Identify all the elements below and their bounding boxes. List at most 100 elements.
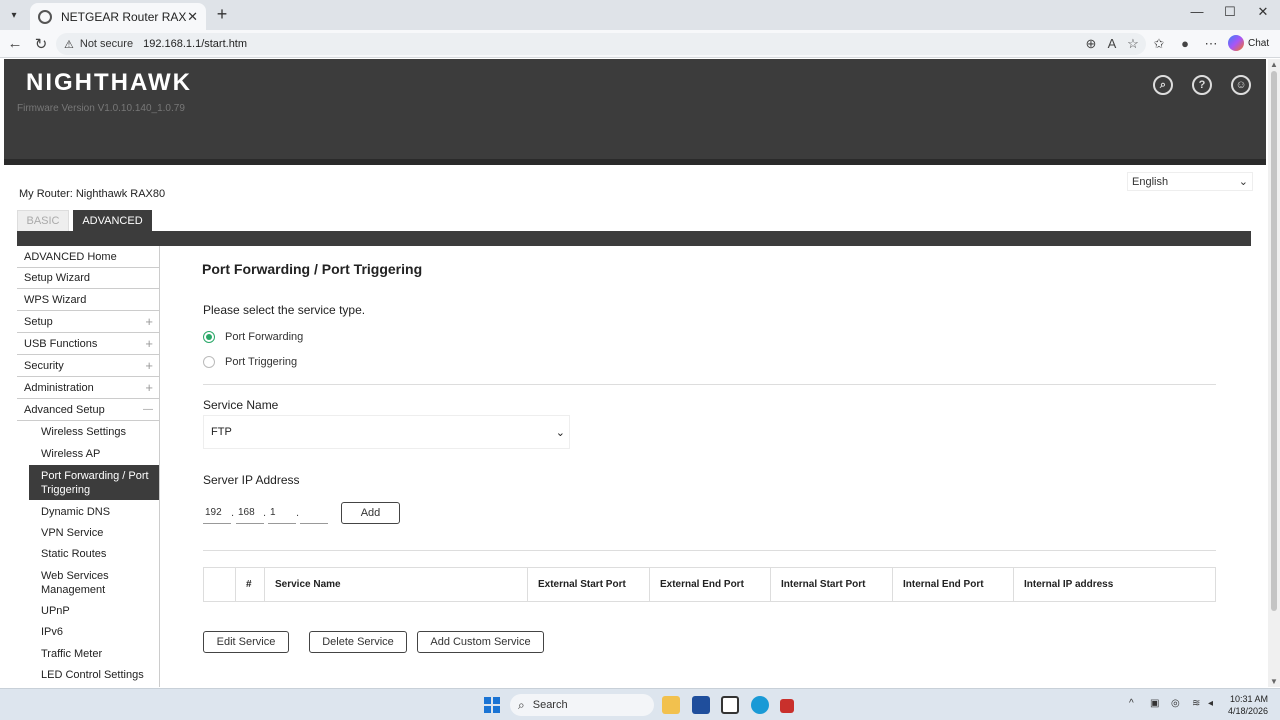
show-hidden-icons-icon[interactable]: ^: [1129, 698, 1134, 709]
service-name-select[interactable]: FTP ⌄: [203, 415, 570, 449]
service-name-value: FTP: [211, 426, 232, 438]
sidebar-subitem-traffic-meter[interactable]: Traffic Meter: [29, 643, 159, 665]
search-label: Search: [532, 699, 568, 711]
expand-icon[interactable]: +: [145, 380, 153, 395]
ip-octet-3[interactable]: 1: [268, 502, 296, 524]
edit-service-button[interactable]: Edit Service: [203, 631, 289, 653]
copilot-chat-button[interactable]: Chat: [1228, 35, 1269, 51]
radio-label: Port Forwarding: [225, 331, 304, 343]
translate-icon[interactable]: ⊕: [1082, 36, 1100, 52]
table-header-int-ip: Internal IP address: [1024, 579, 1114, 590]
sidebar-item-usb-functions[interactable]: USB Functions +: [17, 333, 159, 355]
ip-dot: .: [231, 507, 235, 519]
clock-date: 4/18/2026: [1227, 706, 1268, 716]
warning-icon[interactable]: ⚠: [64, 38, 74, 51]
help-icon[interactable]: ?: [1192, 75, 1212, 95]
add-ip-button[interactable]: Add: [341, 502, 400, 524]
sidebar-item-advanced-home[interactable]: ADVANCED Home: [17, 246, 159, 268]
sidebar-subitem-static-routes[interactable]: Static Routes: [29, 543, 159, 565]
tab-advanced[interactable]: ADVANCED: [73, 210, 152, 231]
search-icon[interactable]: ⌕: [1153, 75, 1173, 95]
sidebar-subitem-upnp[interactable]: UPnP: [29, 600, 159, 622]
language-select[interactable]: English ⌄: [1127, 172, 1253, 191]
sidebar-subitem-port-forwarding[interactable]: Port Forwarding / Port Triggering: [29, 465, 159, 500]
favorites-icon[interactable]: ✩: [1150, 36, 1168, 52]
scroll-up-icon[interactable]: ▲: [1270, 60, 1278, 69]
sidebar-subitem-wireless-settings[interactable]: Wireless Settings: [29, 421, 159, 443]
table-header-ext-end: External End Port: [650, 568, 771, 601]
tray-app-icon[interactable]: ▣: [1150, 698, 1159, 709]
sidebar-item-wps-wizard[interactable]: WPS Wizard: [17, 289, 159, 311]
security-status[interactable]: Not secure: [80, 38, 133, 50]
tab-basic[interactable]: BASIC: [17, 210, 69, 231]
sidebar-item-security[interactable]: Security +: [17, 355, 159, 377]
service-name-label: Service Name: [203, 398, 279, 412]
sidebar-subitem-wireless-ap[interactable]: Wireless AP: [29, 443, 159, 464]
sidebar-subitem-ipv6[interactable]: IPv6: [29, 621, 159, 643]
scroll-down-icon[interactable]: ▼: [1270, 677, 1278, 686]
back-icon[interactable]: ←: [6, 35, 24, 52]
expand-icon[interactable]: +: [145, 358, 153, 373]
url-text[interactable]: 192.168.1.1/start.htm: [143, 38, 247, 50]
taskbar-search[interactable]: ⌕ Search: [510, 694, 654, 716]
netgear-favicon-icon: [38, 9, 52, 24]
tab-title: NETGEAR Router RAX80: [61, 9, 188, 24]
service-table-header: # Service Name External Start Port Exter…: [203, 567, 1216, 602]
expand-icon[interactable]: +: [145, 336, 153, 351]
page-viewport: NIGHTHAWK Firmware Version V1.0.10.140_1…: [0, 59, 1280, 687]
edge-browser-icon[interactable]: [751, 696, 769, 714]
vertical-scrollbar[interactable]: ▲ ▼: [1268, 59, 1280, 687]
read-aloud-icon[interactable]: A: [1103, 36, 1121, 51]
radio-port-triggering[interactable]: Port Triggering: [203, 356, 297, 368]
window-close-button[interactable]: ✕: [1248, 4, 1278, 20]
tab-close-icon[interactable]: ✕: [187, 9, 198, 25]
refresh-icon[interactable]: ↻: [32, 35, 50, 53]
browser-tab[interactable]: NETGEAR Router RAX80 ✕: [30, 3, 206, 30]
ip-octet-4[interactable]: [300, 502, 328, 524]
tab-actions-menu[interactable]: ▾: [4, 6, 24, 24]
volume-icon[interactable]: ◂: [1208, 698, 1213, 709]
server-ip-label: Server IP Address: [203, 473, 300, 487]
windows-start-icon[interactable]: [484, 697, 500, 713]
collapse-icon[interactable]: —: [143, 404, 153, 415]
firmware-version: Firmware Version V1.0.10.140_1.0.79: [17, 103, 185, 114]
radio-selected-icon[interactable]: [203, 331, 215, 343]
sidebar-subitem-web-services[interactable]: Web Services Management: [29, 565, 159, 600]
new-tab-button[interactable]: +: [212, 5, 232, 25]
expand-icon[interactable]: +: [145, 314, 153, 329]
router-name: Nighthawk RAX80: [75, 188, 166, 200]
profile-icon[interactable]: ●: [1176, 36, 1194, 51]
more-options-icon[interactable]: ⋯: [1202, 36, 1220, 52]
snipping-tool-icon[interactable]: [780, 699, 794, 713]
scrollbar-thumb[interactable]: [1271, 71, 1277, 611]
user-account-icon[interactable]: ☺: [1231, 75, 1251, 95]
clock-time: 10:31 AM: [1229, 694, 1268, 704]
sidebar-item-label: USB Functions: [24, 337, 98, 350]
delete-service-button[interactable]: Delete Service: [309, 631, 407, 653]
sidebar-item-setup-wizard[interactable]: Setup Wizard: [17, 268, 159, 289]
url-field[interactable]: ⚠ Not secure 192.168.1.1/start.htm: [56, 33, 1146, 55]
app-icon[interactable]: [721, 696, 739, 714]
sidebar-item-setup[interactable]: Setup +: [17, 311, 159, 333]
sidebar-item-administration[interactable]: Administration +: [17, 377, 159, 399]
store-icon[interactable]: [692, 696, 710, 714]
sidebar-subitem-dynamic-dns[interactable]: Dynamic DNS: [29, 501, 159, 523]
sidebar-item-advanced-setup[interactable]: Advanced Setup —: [17, 399, 159, 421]
tray-security-icon[interactable]: ◎: [1171, 698, 1180, 709]
maximize-button[interactable]: ☐: [1215, 4, 1245, 20]
favorite-star-icon[interactable]: ☆: [1124, 36, 1142, 52]
radio-port-forwarding[interactable]: Port Forwarding: [203, 331, 303, 343]
minimize-button[interactable]: —: [1182, 4, 1212, 19]
sidebar-subitem-vpn-service[interactable]: VPN Service: [29, 522, 159, 544]
add-custom-service-button[interactable]: Add Custom Service: [417, 631, 544, 653]
radio-unselected-icon[interactable]: [203, 356, 215, 368]
table-header-int-end: Internal End Port: [893, 568, 1014, 601]
sidebar-subitem-led-control[interactable]: LED Control Settings: [29, 664, 159, 686]
file-explorer-icon[interactable]: [662, 696, 680, 714]
sidebar-item-label: Setup: [24, 315, 53, 328]
windows-taskbar: ⌕ Search ^ ▣ ◎ ≋ ◂ 10:31 AM 4/18/2026: [0, 688, 1280, 720]
taskbar-clock[interactable]: 10:31 AM 4/18/2026: [1222, 693, 1268, 717]
wifi-icon[interactable]: ≋: [1192, 698, 1200, 709]
ip-octet-1[interactable]: 192: [203, 502, 231, 524]
ip-octet-2[interactable]: 168: [236, 502, 264, 524]
